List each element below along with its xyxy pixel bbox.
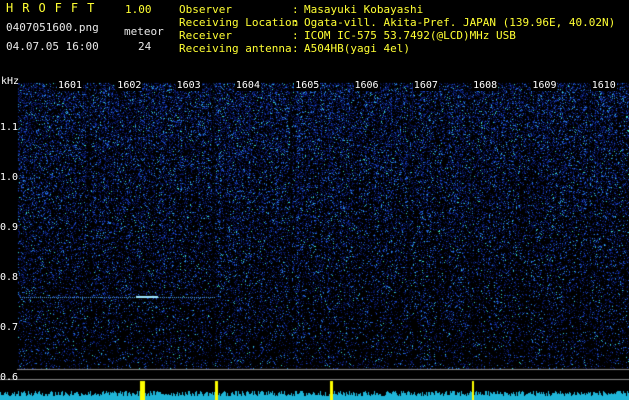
minute-label: 1610 — [590, 80, 617, 91]
minute-label: 1602 — [116, 80, 143, 91]
frequency-tick-label: 1.0 — [0, 172, 19, 183]
observer-key: Observer — [179, 3, 232, 16]
file-name: 0407051600.png — [6, 21, 99, 34]
minute-label: 1604 — [234, 80, 261, 91]
minute-label: 1609 — [531, 80, 558, 91]
app-version: 1.00 — [125, 3, 152, 16]
app-name: HROFFT — [6, 1, 104, 15]
frequency-tick-label: 0.8 — [0, 272, 19, 283]
minute-label: 1603 — [175, 80, 202, 91]
antenna-colon: : — [292, 42, 299, 55]
location-key: Receiving Location — [179, 16, 299, 29]
header-panel: HROFFT 1.00 0407051600.png 04.07.05 16:0… — [0, 0, 629, 75]
minute-label: 1607 — [412, 80, 439, 91]
receiver-value: ICOM IC-575 53.7492(@LCD)MHz USB — [304, 29, 516, 42]
antenna-key: Receiving antenna — [179, 42, 292, 55]
minute-label: 1605 — [294, 80, 321, 91]
observer-value: Masayuki Kobayashi — [304, 3, 424, 16]
frequency-tick-label: 1.1 — [0, 122, 19, 133]
frequency-tick-label: 0.9 — [0, 222, 19, 233]
location-value: Ogata-vill. Akita-Pref. JAPAN (139.96E, … — [304, 16, 616, 29]
frequency-unit-label: kHz — [1, 76, 20, 87]
frequency-tick-label: 0.7 — [0, 322, 19, 333]
minute-label: 1601 — [57, 80, 84, 91]
receiver-colon: : — [292, 29, 299, 42]
spectrogram — [0, 75, 629, 400]
receiver-key: Receiver — [179, 29, 232, 42]
observer-colon: : — [292, 3, 299, 16]
datetime: 04.07.05 16:00 — [6, 40, 99, 53]
meteor-count: 24 — [138, 40, 152, 53]
minute-label: 1606 — [353, 80, 380, 91]
antenna-value: A504HB(yagi 4el) — [304, 42, 410, 55]
meteor-label: meteor — [124, 25, 164, 38]
frequency-tick-label: 0.6 — [0, 372, 19, 383]
location-colon: : — [292, 16, 299, 29]
minute-label: 1608 — [472, 80, 499, 91]
